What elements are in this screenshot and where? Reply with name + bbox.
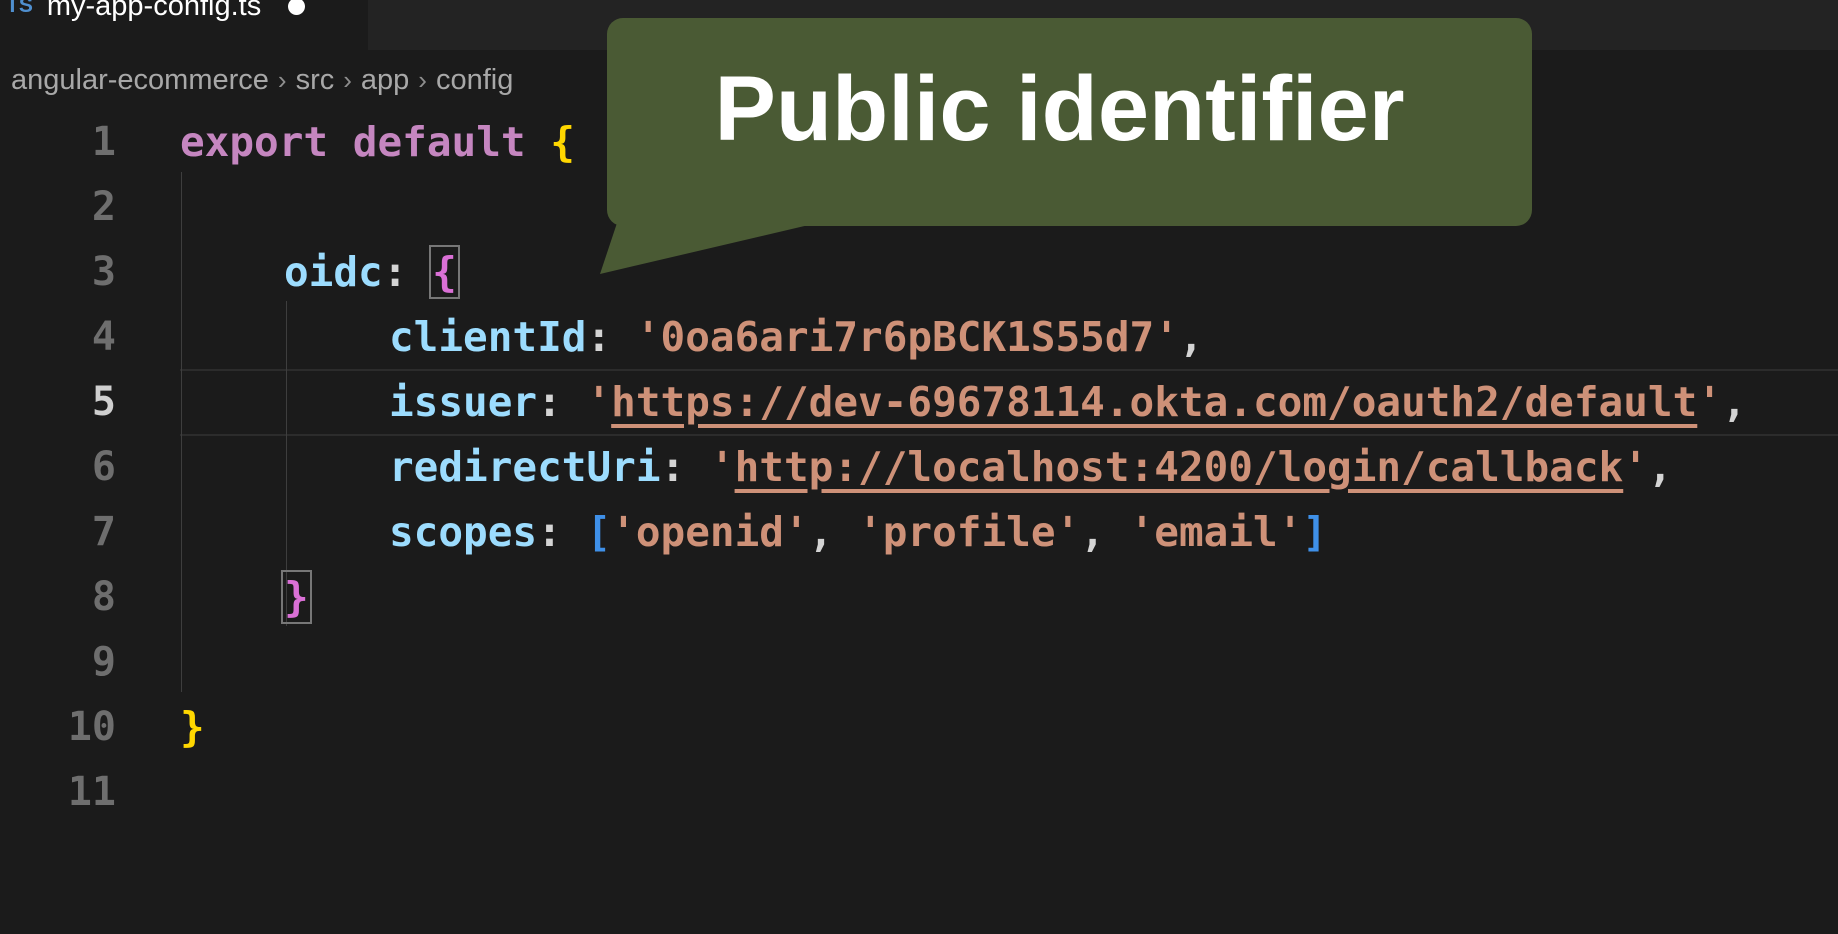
line-number: 3 — [91, 248, 116, 295]
code-line[interactable]: 3 oidc: { — [0, 239, 1838, 304]
property-key: redirectUri — [389, 442, 661, 491]
unsaved-dot-icon[interactable] — [288, 0, 306, 15]
string-value: 0oa6ari7r6pBCK1S55d7 — [660, 312, 1155, 361]
callout-text: Public identifier — [714, 57, 1405, 160]
chevron-right-icon: › — [418, 64, 427, 95]
line-number: 9 — [91, 638, 116, 685]
bracket: [ — [586, 507, 612, 556]
code-line[interactable]: 5 issuer: ' https://dev-69678114.okta.com… — [0, 369, 1838, 434]
code-line[interactable]: 10 } — [0, 694, 1838, 759]
line-number: 4 — [91, 313, 116, 360]
keyword: export — [180, 117, 329, 166]
line-number: 11 — [67, 768, 116, 815]
string-value: email — [1154, 507, 1278, 556]
editor-tab[interactable]: TS my-app-config.ts — [0, 0, 368, 50]
property-key: clientId — [389, 312, 587, 361]
callout-pointer — [600, 220, 830, 274]
code-line[interactable]: 4 clientId: ' 0oa6ari7r6pBCK1S55d7 ', — [0, 304, 1838, 369]
breadcrumb: angular-ecommerce › src › app › config — [11, 58, 513, 102]
brace: { — [550, 117, 575, 166]
code-editor[interactable]: 1 export default { 2 3 oidc: { 4 clientI… — [0, 104, 1838, 934]
breadcrumb-item-project[interactable]: angular-ecommerce — [11, 64, 269, 97]
property-key: oidc — [284, 247, 383, 296]
brace: { — [429, 244, 460, 299]
brace: } — [180, 702, 205, 751]
property-key: scopes — [389, 507, 538, 556]
string-value: profile — [882, 507, 1056, 556]
line-number: 7 — [91, 508, 116, 555]
typescript-file-icon: TS — [6, 0, 33, 17]
url-link[interactable]: https://dev-69678114.okta.com/oauth2/def… — [611, 378, 1697, 426]
line-number: 1 — [91, 118, 116, 165]
tab-file-name: my-app-config.ts — [46, 0, 262, 22]
chevron-right-icon: › — [343, 64, 352, 95]
string-value: openid — [635, 507, 784, 556]
code-line[interactable]: 7 scopes: [' openid ', ' profile ', ' email '] — [0, 499, 1838, 564]
line-number: 2 — [91, 183, 116, 230]
url-link[interactable]: http://localhost:4200/login/callback — [735, 443, 1624, 491]
breadcrumb-item-app[interactable]: app — [361, 64, 409, 97]
line-number: 10 — [67, 703, 116, 750]
code-line[interactable]: 8 } — [0, 564, 1838, 629]
code-line[interactable]: 6 redirectUri: ' http://localhost:4200/lo… — [0, 434, 1838, 499]
line-number: 6 — [91, 443, 116, 490]
annotation-callout: Public identifier — [607, 18, 1532, 226]
property-key: issuer — [389, 377, 538, 426]
code-line[interactable]: 9 — [0, 629, 1838, 694]
keyword: default — [352, 117, 526, 166]
line-number: 8 — [91, 573, 116, 620]
brace: } — [281, 569, 312, 624]
breadcrumb-item-src[interactable]: src — [296, 64, 335, 97]
bracket: ] — [1302, 507, 1328, 556]
chevron-right-icon: › — [277, 64, 287, 95]
breadcrumb-item-config[interactable]: config — [436, 64, 513, 97]
line-number: 5 — [91, 378, 116, 425]
code-line[interactable]: 11 — [0, 759, 1838, 824]
